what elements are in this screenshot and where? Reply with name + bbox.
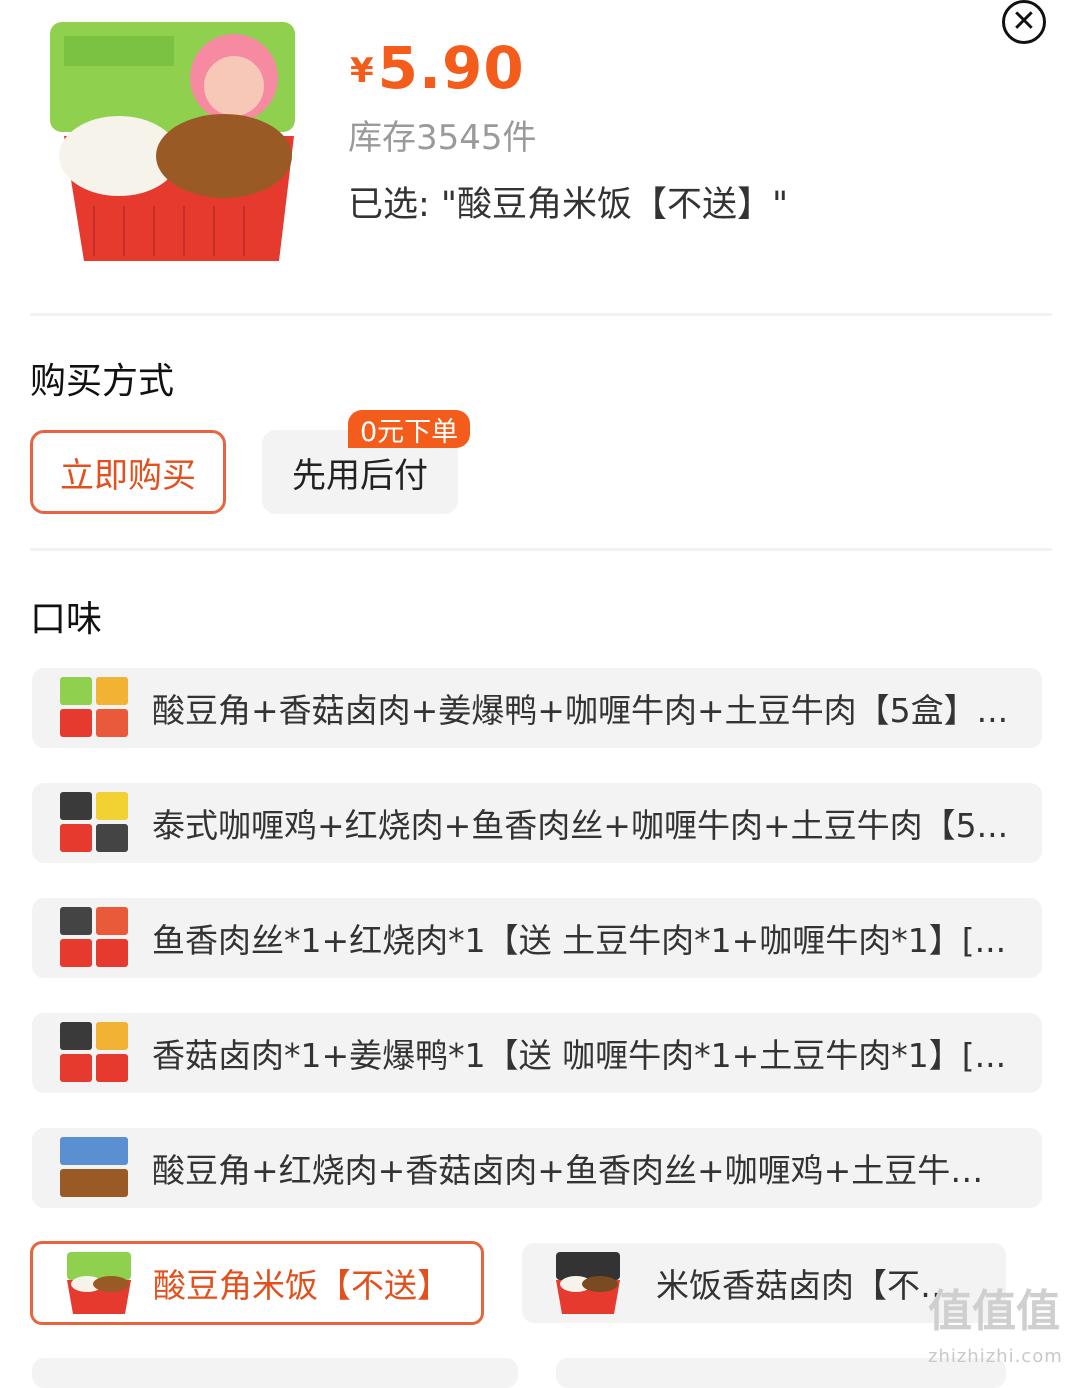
flavor-option[interactable]: 鱼香肉丝*1+红烧肉*1【送 土豆牛肉*1+咖喱牛肉*1】[... xyxy=(32,898,1042,978)
flavor-option[interactable]: 香菇卤肉*1+姜爆鸭*1【送 咖喱牛肉*1+土豆牛肉*1】[... xyxy=(32,1013,1042,1093)
flavor-thumb-icon xyxy=(60,907,128,967)
flavor-option-label: 鱼香肉丝*1+红烧肉*1【送 土豆牛肉*1+咖喱牛肉*1】[... xyxy=(152,921,1007,960)
buy-now-label: 立即购买 xyxy=(60,455,196,496)
buy-now-button[interactable]: 立即购买 xyxy=(30,430,226,514)
product-image xyxy=(44,16,306,266)
flavor-option[interactable] xyxy=(32,1358,518,1388)
selected-variant: 已选: "酸豆角米饭【不送】" xyxy=(348,185,789,225)
flavor-option-label: 泰式咖喱鸡+红烧肉+鱼香肉丝+咖喱牛肉+土豆牛肉【5... xyxy=(152,806,1009,845)
flavor-option[interactable]: 酸豆角+红烧肉+香菇卤肉+鱼香肉丝+咖喱鸡+土豆牛肉... xyxy=(32,1128,1042,1208)
flavor-option-label: 酸豆角+香菇卤肉+姜爆鸭+咖喱牛肉+土豆牛肉【5盒】... xyxy=(152,691,1009,730)
flavor-option[interactable]: 酸豆角+香菇卤肉+姜爆鸭+咖喱牛肉+土豆牛肉【5盒】... xyxy=(32,668,1042,748)
purchase-method-title: 购买方式 xyxy=(30,361,175,402)
price: ¥5.90 xyxy=(350,34,525,102)
flavor-thumb-icon xyxy=(556,1252,620,1314)
flavor-option[interactable]: 泰式咖喱鸡+红烧肉+鱼香肉丝+咖喱牛肉+土豆牛肉【5... xyxy=(32,783,1042,863)
flavor-option-label: 香菇卤肉*1+姜爆鸭*1【送 咖喱牛肉*1+土豆牛肉*1】[... xyxy=(152,1036,1007,1075)
flavor-option-selected[interactable]: 酸豆角米饭【不送】 xyxy=(30,1241,484,1325)
pay-later-label: 先用后付 xyxy=(292,455,428,496)
flavor-thumb-icon xyxy=(60,1137,128,1197)
flavor-thumb-icon xyxy=(60,792,128,852)
close-icon: ✕ xyxy=(1011,4,1037,39)
stock-text: 库存3545件 xyxy=(348,118,537,158)
divider xyxy=(30,313,1052,316)
flavor-option-label: 酸豆角米饭【不送】 xyxy=(153,1266,450,1305)
price-value: 5.90 xyxy=(377,34,525,102)
zero-yuan-badge: 0元下单 xyxy=(348,410,471,448)
flavor-thumb-icon xyxy=(67,1252,131,1314)
currency-symbol: ¥ xyxy=(350,51,374,91)
flavor-thumb-icon xyxy=(60,1022,128,1082)
flavor-thumb-icon xyxy=(60,677,128,737)
close-button[interactable]: ✕ xyxy=(1002,0,1046,44)
watermark-url: zhizhizhi.com xyxy=(928,1346,1063,1367)
divider xyxy=(30,548,1052,551)
flavor-title: 口味 xyxy=(30,599,103,640)
flavor-option-label: 酸豆角+红烧肉+香菇卤肉+鱼香肉丝+咖喱鸡+土豆牛肉... xyxy=(152,1151,1015,1190)
